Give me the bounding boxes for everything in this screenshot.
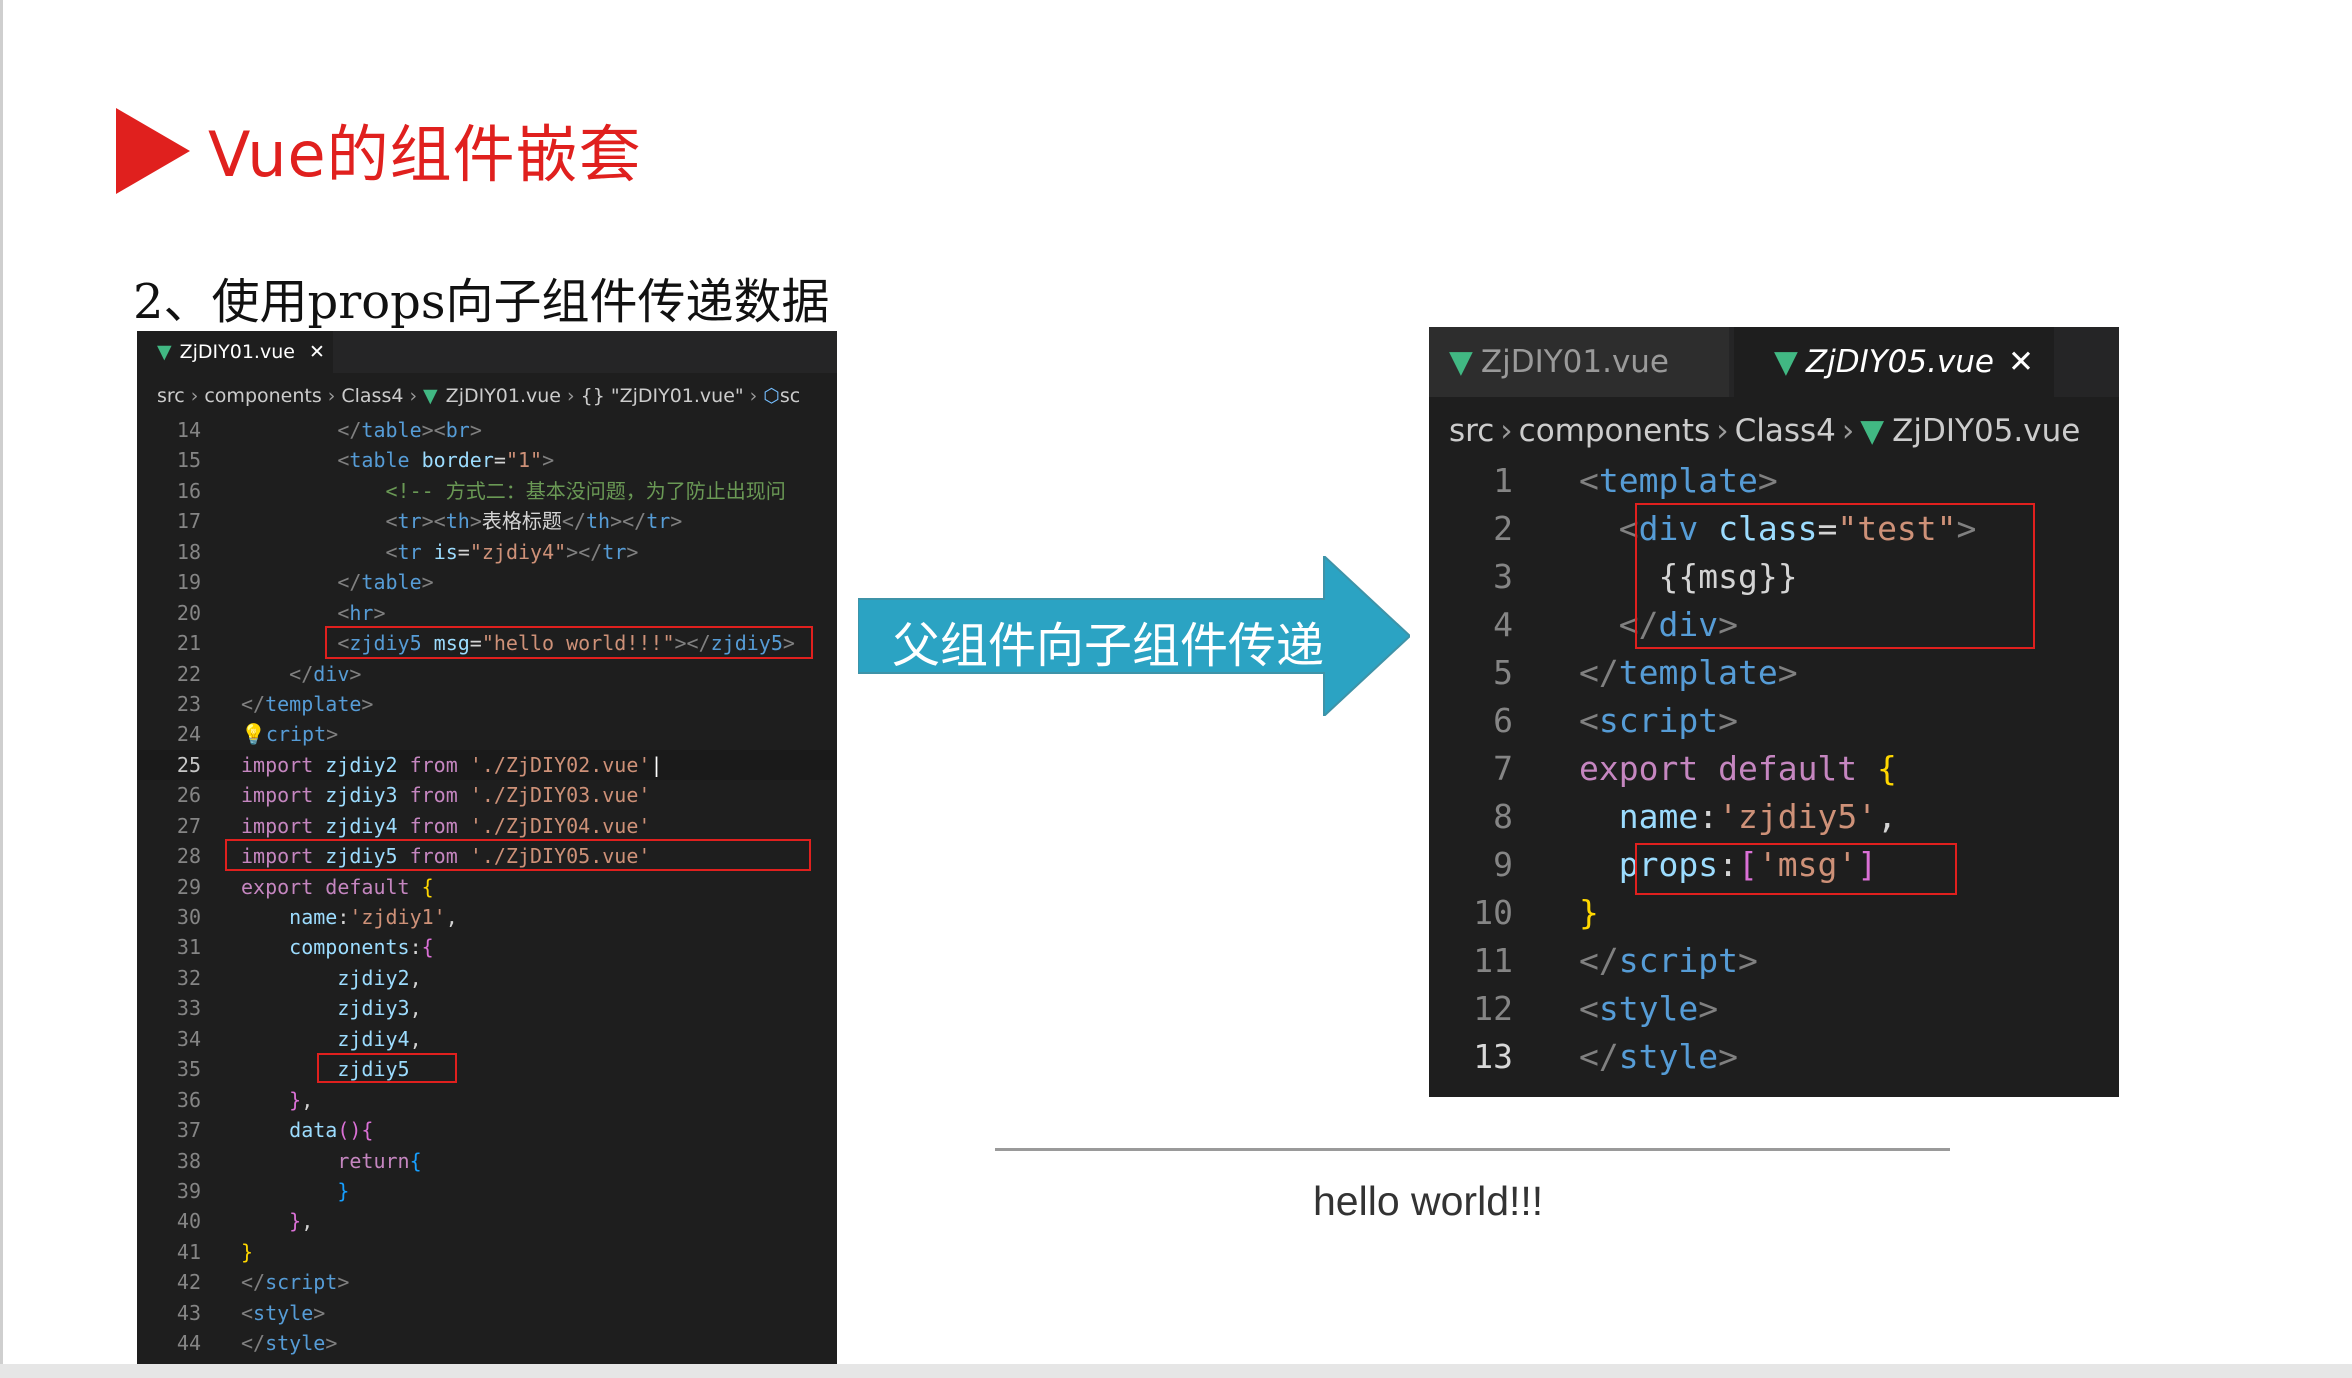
code-line: 18 <tr is="zjdiy4"></tr> <box>176 539 639 564</box>
tab-zjdiy05[interactable]: ▼ ZjDIY05.vue ✕ <box>1734 327 2054 397</box>
code-line: 20 <hr> <box>176 600 386 625</box>
code-line: 31 components:{ <box>176 935 434 960</box>
chevron-right-icon: › <box>749 385 758 407</box>
highlight-box-zjdiy5-tag <box>325 626 813 659</box>
left-code-editor: ▼ ZjDIY01.vue ✕ src › components › Class4 ›… <box>137 331 837 1364</box>
code-line: 32 zjdiy2, <box>176 965 422 990</box>
code-line: 17 <tr><th>表格标题</th></tr> <box>176 509 683 534</box>
lightbulb-icon: 💡 <box>241 722 266 747</box>
breadcrumb-script[interactable]: sc <box>780 385 800 407</box>
code-line-current: 13 </style> <box>1473 1037 1738 1076</box>
chevron-right-icon: › <box>1841 413 1855 449</box>
code-line: 29 export default { <box>176 874 434 899</box>
breadcrumb-class4[interactable]: Class4 <box>1735 413 1836 449</box>
vue-file-icon: ▼ <box>1449 344 1473 380</box>
code-line: 6 <script> <box>1493 701 1738 740</box>
right-tab-bar: ▼ ZjDIY01.vue ▼ ZjDIY05.vue ✕ <box>1429 327 2119 397</box>
code-line: 19 </table> <box>176 570 434 595</box>
breadcrumb-file[interactable]: ZjDIY05.vue <box>1892 413 2080 449</box>
chevron-right-icon: › <box>190 385 199 407</box>
code-line: 11 </script> <box>1473 941 1758 980</box>
arrow-label: 父组件向子组件传递 <box>891 618 1324 674</box>
chevron-right-icon: › <box>1500 413 1513 449</box>
tab-label: ZjDIY01.vue <box>1480 344 1670 380</box>
code-line: 15 <table border="1"> <box>176 448 555 473</box>
vue-file-icon: ▼ <box>1774 344 1798 380</box>
highlight-box-props <box>1635 843 1957 895</box>
breadcrumb-class4[interactable]: Class4 <box>341 385 403 407</box>
code-line: 26 import zjdiy3 from './ZjDIY03.vue' <box>176 783 651 808</box>
chevron-right-icon: › <box>1716 413 1729 449</box>
close-icon[interactable]: ✕ <box>2008 344 2034 380</box>
code-line-current: 25 import zjdiy2 from './ZjDIY02.vue'| <box>137 749 837 781</box>
code-line: 36 }, <box>176 1087 314 1112</box>
code-line: 5 </template> <box>1493 653 1798 692</box>
breadcrumb-components[interactable]: components <box>204 385 321 407</box>
highlight-box-div-template <box>1635 503 2035 649</box>
breadcrumb-symbol[interactable]: {} "ZjDIY01.vue" <box>581 385 744 407</box>
title-triangle-icon <box>116 108 190 194</box>
code-line: 23 </template> <box>176 691 374 716</box>
code-line: 30 name:'zjdiy1', <box>176 905 458 929</box>
code-line: 27 import zjdiy4 from './ZjDIY04.vue' <box>176 813 651 838</box>
code-line: 35 zjdiy5 <box>176 1057 410 1082</box>
code-line: 10} <box>1473 893 1599 932</box>
tab-label: ZjDIY05.vue <box>1805 344 1995 380</box>
code-line: 8 name:'zjdiy5', <box>1493 797 1897 836</box>
tab-zjdiy01[interactable]: ▼ ZjDIY01.vue <box>1429 327 1729 397</box>
left-tab-bar: ▼ ZjDIY01.vue ✕ <box>137 331 837 373</box>
code-line: 24 💡cript> <box>176 722 339 747</box>
code-line: 38 return{ <box>176 1148 422 1173</box>
rendered-output-text: hello world!!! <box>1313 1178 1544 1224</box>
chevron-right-icon: › <box>567 385 575 407</box>
breadcrumb-src[interactable]: src <box>1449 413 1494 449</box>
slide: Vue的组件嵌套 2、使用props向子组件传递数据 ▼ ZjDIY01.vue… <box>0 0 2352 1364</box>
code-line: 1 <template> <box>1493 461 1778 500</box>
code-line: 39 } <box>176 1178 350 1203</box>
vue-file-icon: ▼ <box>1860 413 1885 449</box>
breadcrumb-file[interactable]: ZjDIY01.vue <box>446 385 561 407</box>
bottom-bar <box>0 1364 2352 1378</box>
chevron-right-icon: › <box>409 385 418 407</box>
code-line: 37 data(){ <box>176 1118 374 1143</box>
slide-subtitle: 2、使用props向子组件传递数据 <box>133 274 830 330</box>
code-line: 41} <box>176 1239 254 1264</box>
highlight-box-components-zjdiy5 <box>317 1053 457 1083</box>
breadcrumb-src[interactable]: src <box>157 385 185 407</box>
vue-file-icon: ▼ <box>423 385 438 407</box>
tab-label: ZjDIY01.vue <box>179 341 295 363</box>
right-code-editor: ▼ ZjDIY01.vue ▼ ZjDIY05.vue ✕ src › compo… <box>1429 327 2119 1097</box>
breadcrumb: src › components › Class4 › ▼ ZjDIY01.vue › {… <box>157 381 800 411</box>
breadcrumb-components[interactable]: components <box>1519 413 1711 449</box>
code-line: 12 <style> <box>1473 989 1719 1028</box>
code-line: 40 }, <box>176 1209 314 1234</box>
left-code-area[interactable]: 14 </table><br> 15 <table border="1"> 16… <box>137 415 837 1359</box>
output-divider <box>995 1148 1950 1151</box>
highlight-box-import-zjdiy5 <box>225 839 811 871</box>
code-line: 14 </table><br> <box>176 418 482 442</box>
chevron-right-icon: › <box>327 385 336 407</box>
code-line: 33 zjdiy3, <box>176 996 422 1021</box>
code-line: 22 </div> <box>176 661 362 686</box>
code-line: 7 export default { <box>1493 749 1897 788</box>
component-icon: ⬡ <box>763 385 780 407</box>
slide-title: Vue的组件嵌套 <box>208 118 642 191</box>
code-line: 42 </script> <box>176 1270 350 1295</box>
vue-file-icon: ▼ <box>157 341 172 363</box>
breadcrumb: src › components › Class4 › ▼ ZjDIY05.vue <box>1449 409 2080 453</box>
code-line: 44 </style> <box>176 1331 338 1356</box>
close-icon[interactable]: ✕ <box>309 341 325 363</box>
code-line: 16 <!-- 方式二：基本没问题，为了防止出现问 <box>176 478 786 503</box>
code-line: 43 <style> <box>176 1300 326 1325</box>
code-line: 34 zjdiy4, <box>176 1026 422 1051</box>
tab-zjdiy01[interactable]: ▼ ZjDIY01.vue ✕ <box>137 331 333 373</box>
